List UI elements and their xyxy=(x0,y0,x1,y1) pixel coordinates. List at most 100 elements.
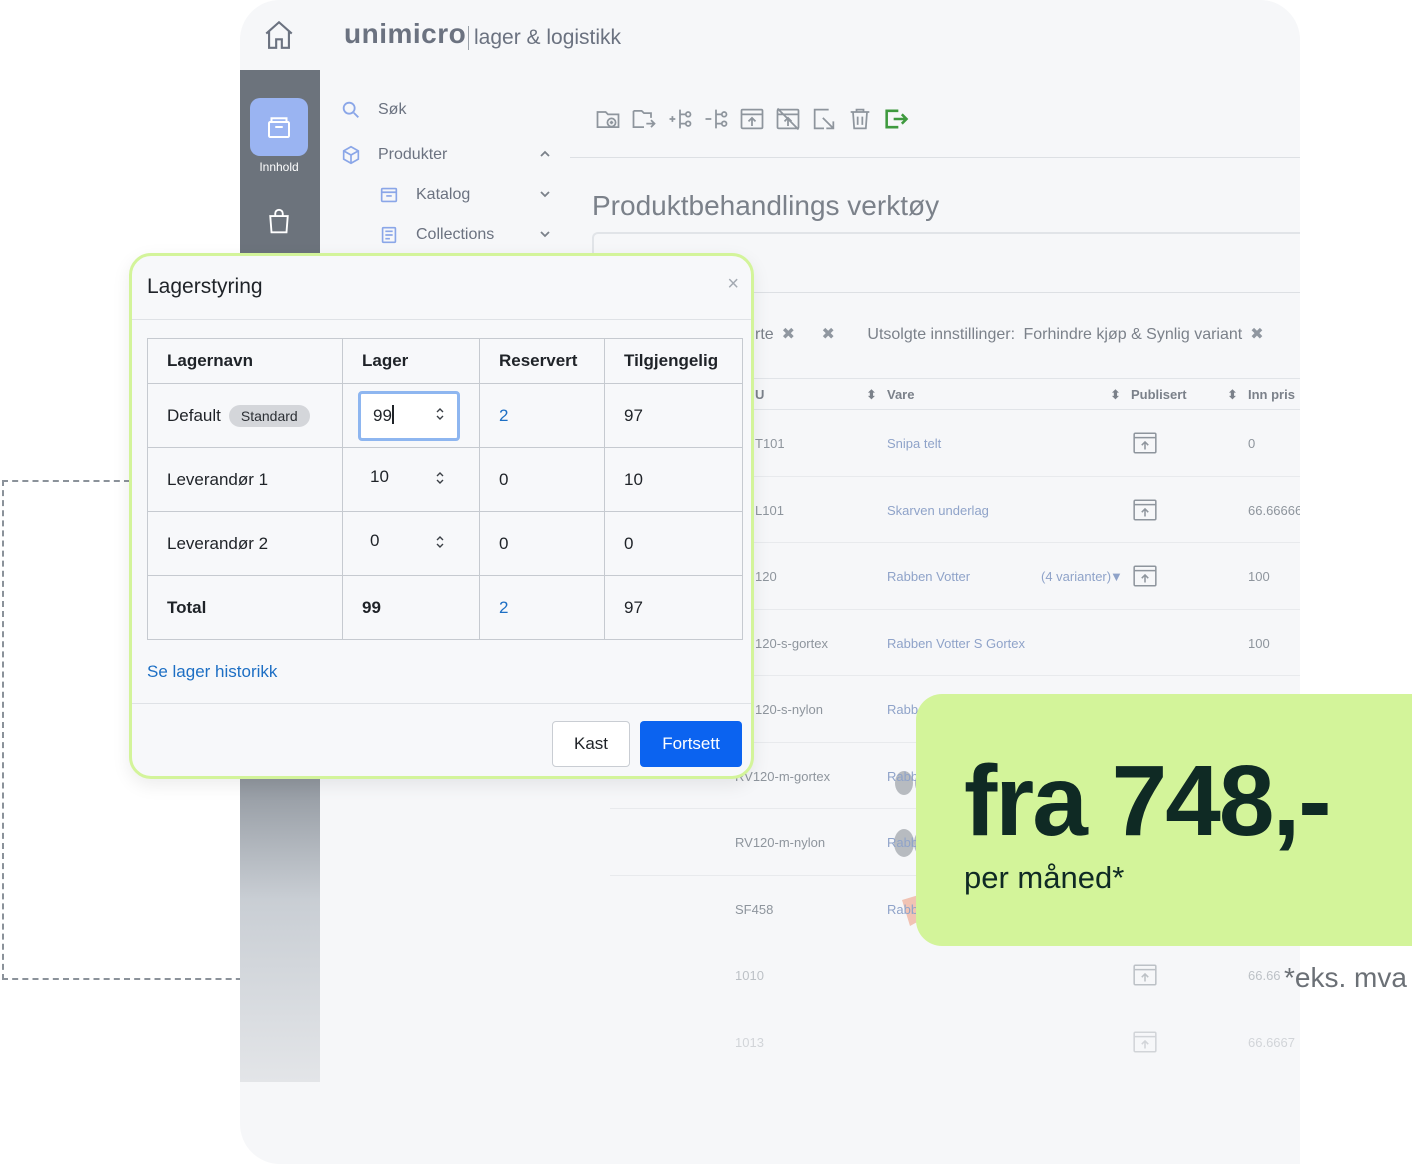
box-icon xyxy=(342,145,360,165)
stock-management-dialog: Lagerstyring × Lagernavn Lager Reservert… xyxy=(129,253,754,779)
logout-icon[interactable] xyxy=(882,104,910,134)
move-folder-icon[interactable] xyxy=(630,104,658,134)
home-icon[interactable] xyxy=(262,18,296,52)
reserved-link[interactable]: 2 xyxy=(499,598,508,617)
sort-icon[interactable]: ⬍ xyxy=(866,387,877,403)
cancel-button[interactable]: Kast xyxy=(552,721,630,767)
column-header[interactable]: Vare xyxy=(887,387,914,402)
publish-icon[interactable] xyxy=(738,104,766,134)
reserved-cell: 0 xyxy=(479,447,605,512)
product-link[interactable]: Rabb xyxy=(887,702,918,717)
stepper-arrows-icon[interactable] xyxy=(434,469,446,487)
available-cell: 0 xyxy=(604,511,743,576)
stock-quantity-input[interactable]: 10 xyxy=(358,455,460,505)
nav-item-sok[interactable]: Søk xyxy=(340,90,560,130)
filter-bar: rte ✖ ✖ Utsolgte innstillinger: Forhindre… xyxy=(755,324,1276,344)
publish-icon[interactable] xyxy=(1132,1029,1158,1055)
add-variant-icon[interactable] xyxy=(666,104,694,134)
sku-cell: SF458 xyxy=(735,901,774,917)
column-header[interactable]: U xyxy=(755,387,764,402)
reserved-cell: 2 xyxy=(479,383,605,448)
stock-table-header: Lagernavn Lager Reservert Tilgjengelig xyxy=(147,338,743,384)
product-link[interactable]: Rabben Votter S Gortex xyxy=(887,636,1025,651)
continue-button[interactable]: Fortsett xyxy=(640,721,742,767)
close-icon[interactable]: ✖ xyxy=(782,326,795,343)
rail-item-innhold[interactable] xyxy=(250,98,308,156)
soldout-label: Utsolgte innstillinger: xyxy=(867,326,1016,343)
unpublish-icon[interactable] xyxy=(774,104,802,134)
page-title: Produktbehandlings verktøy xyxy=(592,190,940,221)
stock-history-link[interactable]: Se lager historikk xyxy=(147,662,277,682)
price-amount: fra 748,- xyxy=(964,745,1332,857)
price-period: per måned* xyxy=(964,860,1125,895)
product-link[interactable]: Rabb xyxy=(887,902,918,917)
sort-icon[interactable]: ⬍ xyxy=(1227,387,1238,403)
nav-item-label: Søk xyxy=(378,101,407,118)
brand-logo: unimicro xyxy=(344,18,467,49)
close-icon[interactable]: × xyxy=(727,274,739,294)
side-nav: Søk Produkter Katalog Collections xyxy=(340,90,560,255)
publish-icon[interactable] xyxy=(1132,563,1158,589)
export-icon[interactable] xyxy=(810,104,838,134)
warehouse-name-cell: Leverandør 2 xyxy=(147,511,343,576)
price-cell: 66.66666 xyxy=(1248,502,1300,518)
nav-item-collections[interactable]: Collections xyxy=(340,215,560,255)
reserved-link[interactable]: 2 xyxy=(499,406,508,425)
product-link[interactable]: Rabb xyxy=(887,769,918,784)
publish-icon[interactable] xyxy=(1132,962,1158,988)
column-header[interactable]: Publisert xyxy=(1131,387,1187,402)
dialog-title: Lagerstyring xyxy=(147,275,263,298)
shopping-bag-icon[interactable] xyxy=(264,206,294,236)
total-stock: 99 xyxy=(342,575,480,640)
sku-cell: RV120-m-nylon xyxy=(735,835,826,850)
sku-cell: 1013 xyxy=(735,1034,764,1050)
column-header[interactable]: Inn pris xyxy=(1248,387,1295,402)
chevron-up-icon[interactable] xyxy=(538,147,552,161)
caret-down-icon[interactable]: ▼ xyxy=(1110,569,1123,584)
price-cell: 100 xyxy=(1248,635,1270,651)
stock-quantity-input[interactable]: 0 xyxy=(358,519,460,569)
product-link[interactable]: Skarven underlag xyxy=(887,503,989,518)
available-cell: 97 xyxy=(604,383,743,448)
chevron-down-icon[interactable] xyxy=(538,187,552,201)
product-link[interactable]: Rabb xyxy=(887,835,918,850)
price-cell: 100 xyxy=(1248,569,1270,584)
sort-icon[interactable]: ⬍ xyxy=(1110,387,1121,403)
trash-icon[interactable] xyxy=(846,104,874,134)
reserved-cell: 0 xyxy=(479,511,605,576)
nav-item-label: Katalog xyxy=(416,186,471,203)
stock-cell: 0 xyxy=(342,511,480,576)
panel-divider xyxy=(740,292,1300,293)
archive-icon xyxy=(268,117,290,138)
close-icon[interactable]: ✖ xyxy=(822,326,835,343)
chevron-down-icon[interactable] xyxy=(538,227,552,241)
table-row[interactable]: 1013 66.6667 xyxy=(610,1009,1300,1076)
nav-item-produkter[interactable]: Produkter xyxy=(340,135,560,175)
product-link[interactable]: Snipa telt xyxy=(887,436,941,451)
remove-variant-icon[interactable] xyxy=(702,104,730,134)
variants-toggle[interactable]: (4 varianter) xyxy=(1041,569,1111,584)
dialog-divider xyxy=(132,703,751,704)
close-icon[interactable]: ✖ xyxy=(1250,326,1263,343)
publish-icon[interactable] xyxy=(1132,497,1158,523)
table-row: Default Standard 99 2 97 xyxy=(147,383,743,448)
catalog-icon xyxy=(380,187,398,203)
product-link[interactable]: Rabben Votter xyxy=(887,569,970,584)
column-header: Reservert xyxy=(479,338,605,384)
filter-chip-label: rte xyxy=(755,326,774,343)
stock-quantity-input[interactable]: 99 xyxy=(358,390,460,441)
sku-cell: 120-s-nylon xyxy=(755,702,823,717)
table-row: Leverandør 2 0 0 0 xyxy=(147,511,743,576)
search-icon xyxy=(342,101,359,118)
column-header: Tilgjengelig xyxy=(604,338,743,384)
collection-icon xyxy=(381,226,397,244)
column-header: Lager xyxy=(342,338,480,384)
price-card: fra 748,- per måned* xyxy=(916,694,1412,946)
nav-item-katalog[interactable]: Katalog xyxy=(340,175,560,215)
stepper-arrows-icon[interactable] xyxy=(434,405,446,423)
new-folder-icon[interactable] xyxy=(594,104,622,134)
stepper-arrows-icon[interactable] xyxy=(434,533,446,551)
nav-item-label: Produkter xyxy=(378,146,448,163)
table-row[interactable]: 1010 66.66 xyxy=(610,942,1300,1009)
publish-icon[interactable] xyxy=(1132,430,1158,456)
